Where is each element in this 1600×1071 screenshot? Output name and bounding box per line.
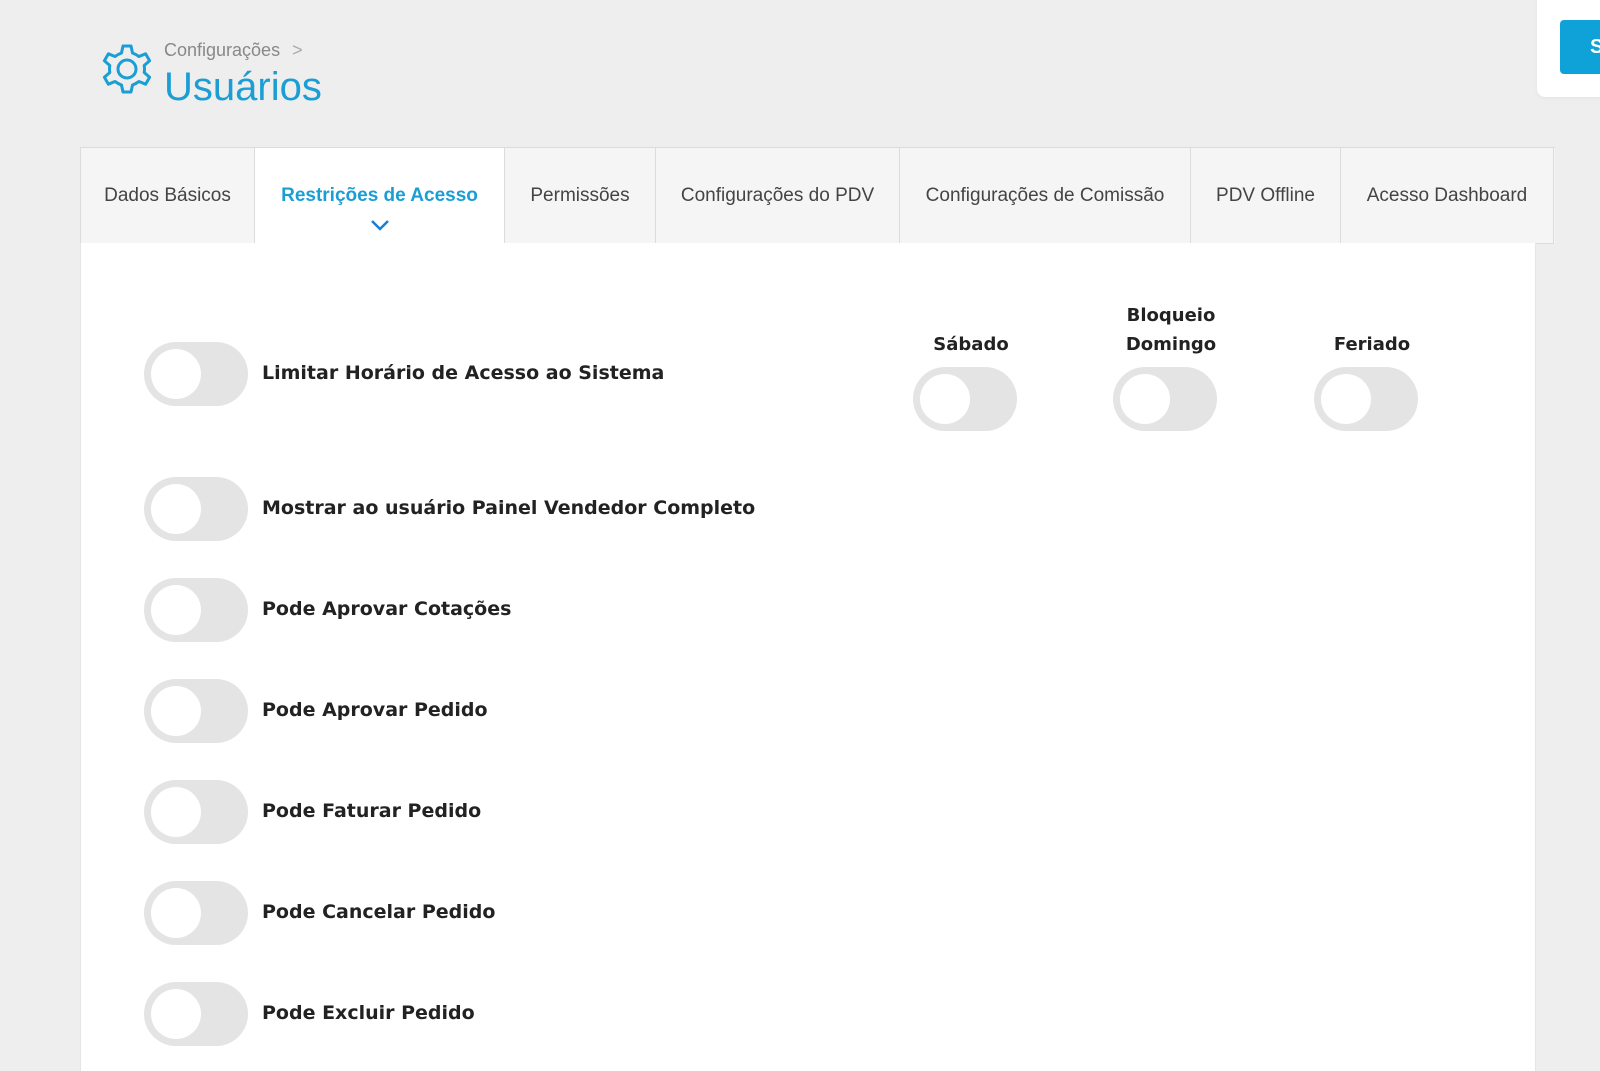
full-seller-panel-label: Mostrar ao usuário Painel Vendedor Compl…	[262, 497, 756, 519]
page: Configurações > Usuários S Dados Básicos…	[0, 0, 1600, 1071]
delete-order-toggle[interactable]	[144, 982, 248, 1046]
chevron-down-icon	[370, 215, 390, 237]
full-seller-panel-toggle[interactable]	[144, 477, 248, 541]
tab-label: Dados Básicos	[104, 184, 231, 206]
page-header: Configurações > Usuários	[98, 38, 322, 110]
delete-order-label: Pode Excluir Pedido	[262, 1002, 475, 1024]
toggle-knob	[151, 484, 201, 534]
approve-quotes-label: Pode Aprovar Cotações	[262, 598, 512, 620]
toggle-knob	[151, 787, 201, 837]
limit-access-label: Limitar Horário de Acesso ao Sistema	[262, 362, 665, 384]
approve-order-label: Pode Aprovar Pedido	[262, 699, 488, 721]
tab-label: Restrições de Acesso	[281, 184, 478, 206]
tab-configuracoes-do-pdv[interactable]: Configurações do PDV	[656, 148, 900, 244]
sunday-block-toggle[interactable]	[1113, 367, 1217, 431]
tab-label: Acesso Dashboard	[1366, 184, 1528, 206]
invoice-order-toggle[interactable]	[144, 780, 248, 844]
toggle-knob	[151, 888, 201, 938]
tab-dados-basicos[interactable]: Dados Básicos	[81, 148, 255, 244]
save-button[interactable]: S	[1560, 20, 1600, 74]
holiday-toggle[interactable]	[1314, 367, 1418, 431]
tab-pdv-offline[interactable]: PDV Offline	[1191, 148, 1341, 244]
tab-label: PDV Offline	[1216, 184, 1315, 206]
toggle-knob	[1120, 374, 1170, 424]
saturday-label: Sábado	[933, 334, 1009, 355]
cancel-order-label: Pode Cancelar Pedido	[262, 901, 496, 923]
toggle-knob	[920, 374, 970, 424]
toggle-knob	[151, 686, 201, 736]
limit-access-toggle[interactable]	[144, 342, 248, 406]
saturday-toggle[interactable]	[913, 367, 1017, 431]
tab-label: Configurações do PDV	[680, 184, 875, 206]
tab-label: Permissões	[530, 184, 630, 206]
breadcrumb-separator-icon: >	[292, 39, 303, 60]
restrictions-panel: Limitar Horário de Acesso ao Sistema Sáb…	[80, 243, 1536, 1071]
holiday-label: Feriado	[1333, 334, 1411, 355]
approve-order-toggle[interactable]	[144, 679, 248, 743]
toggle-knob	[151, 585, 201, 635]
page-title: Usuários	[164, 65, 322, 109]
tab-configuracoes-de-comissao[interactable]: Configurações de Comissão	[900, 148, 1191, 244]
toggle-knob	[151, 349, 201, 399]
toggle-knob	[1321, 374, 1371, 424]
tab-label: Configurações de Comissão	[925, 184, 1165, 206]
tab-acesso-dashboard[interactable]: Acesso Dashboard	[1341, 148, 1554, 244]
gear-icon	[98, 42, 156, 100]
toggle-knob	[151, 989, 201, 1039]
approve-quotes-toggle[interactable]	[144, 578, 248, 642]
tab-restricoes-de-acesso[interactable]: Restrições de Acesso	[255, 147, 505, 244]
breadcrumb-parent[interactable]: Configurações	[164, 40, 280, 61]
invoice-order-label: Pode Faturar Pedido	[262, 800, 482, 822]
tab-bar: Dados Básicos Restrições de Acesso Permi…	[80, 147, 1555, 244]
breadcrumb: Configurações >	[164, 38, 322, 62]
cancel-order-toggle[interactable]	[144, 881, 248, 945]
tab-permissoes[interactable]: Permissões	[505, 148, 656, 244]
sunday-block-label: Bloqueio Domingo	[1125, 305, 1217, 355]
